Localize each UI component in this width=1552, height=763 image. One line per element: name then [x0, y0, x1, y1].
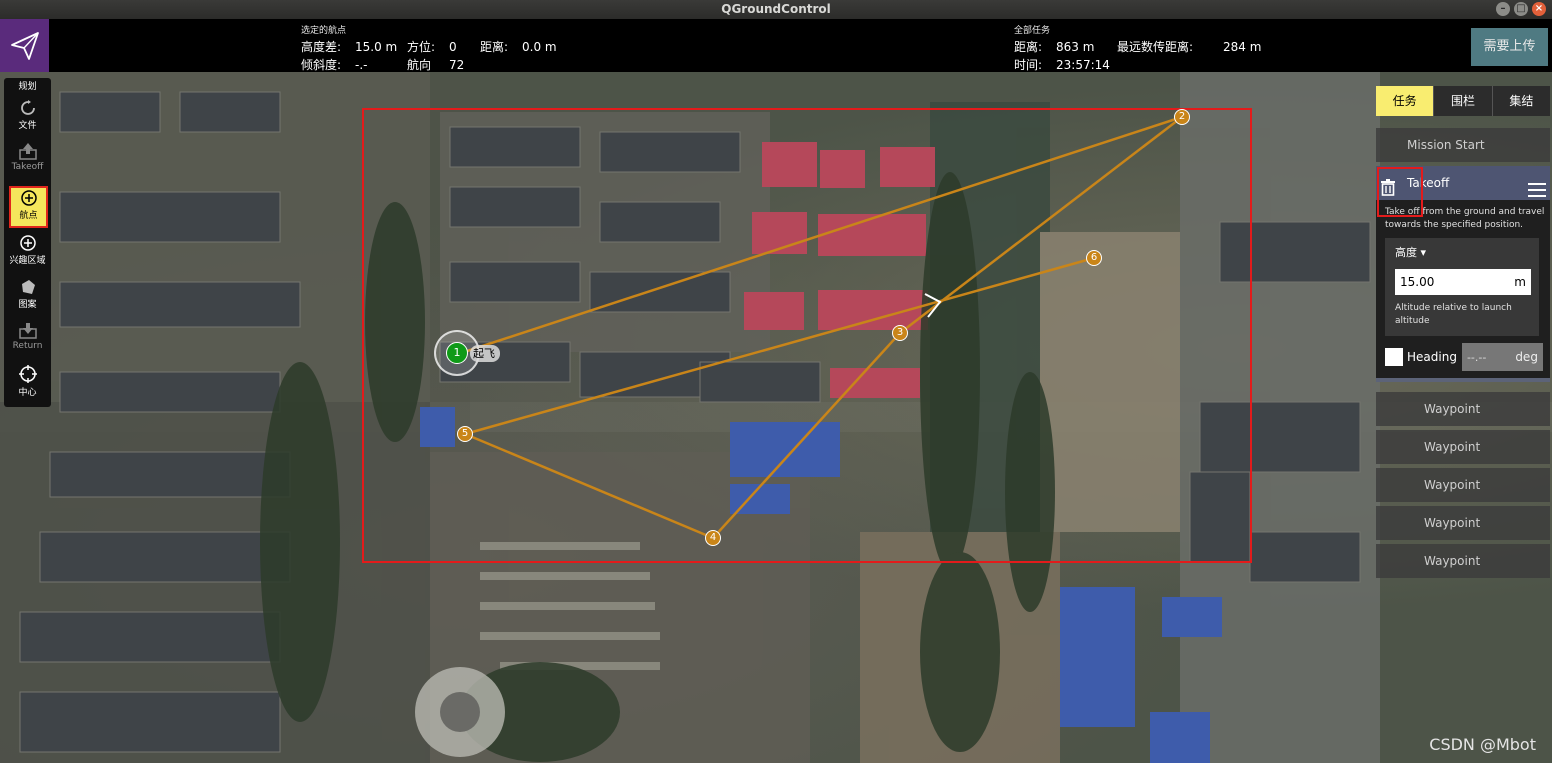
- waypoint-item-5[interactable]: Waypoint: [1376, 506, 1550, 540]
- hamburger-menu-icon[interactable]: [1528, 176, 1546, 210]
- alt-diff-label: 高度差:: [301, 40, 342, 54]
- mission-start-item[interactable]: Mission Start: [1376, 128, 1550, 162]
- tool-waypoint-label: 航点: [19, 211, 38, 221]
- tab-mission[interactable]: 任务: [1376, 86, 1434, 116]
- caret-down-icon: ▾: [1420, 246, 1427, 259]
- mission-distance-label: 距离:: [1014, 40, 1043, 54]
- satellite-map[interactable]: 1 起飞 2 3 4 5 6: [0, 72, 1552, 763]
- max-telem-label: 最远数传距离:: [1117, 40, 1194, 54]
- max-telem-value: 284 m: [1223, 40, 1262, 54]
- tool-center-label: 中心: [18, 388, 37, 398]
- tool-pattern-label: 图案: [18, 300, 37, 310]
- paper-plane-icon: [10, 31, 39, 60]
- altitude-label: 高度: [1395, 246, 1417, 259]
- mission-distance-value: 863 m: [1056, 40, 1095, 54]
- tool-roi-label: 兴趣区域: [9, 256, 46, 266]
- waypoint-marker-3[interactable]: 3: [892, 325, 908, 341]
- waypoint-marker-6[interactable]: 6: [1086, 250, 1102, 266]
- altitude-value: 15.00: [1400, 275, 1435, 289]
- close-button[interactable]: ×: [1532, 2, 1546, 16]
- tool-plan-label: 规划: [18, 82, 37, 92]
- qgc-logo-button[interactable]: [0, 19, 49, 72]
- plan-toolbar: 选定的航点 高度差: 15.0 m 方位: 0 距离: 0.0 m 倾斜度: -…: [0, 19, 1552, 72]
- heading-label: Heading: [1407, 349, 1457, 364]
- takeoff-map-label: 起飞: [470, 345, 500, 362]
- selected-waypoint-header: 选定的航点: [301, 26, 347, 36]
- tool-return[interactable]: Return: [4, 319, 51, 363]
- waypoint-item-3[interactable]: Waypoint: [1376, 430, 1550, 464]
- heading-unit: deg: [1515, 349, 1538, 364]
- window-title: QGroundControl: [721, 2, 831, 16]
- tool-takeoff-label: Takeoff: [11, 162, 44, 172]
- upload-required-button[interactable]: 需要上传: [1471, 28, 1548, 66]
- tool-return-label: Return: [12, 341, 43, 351]
- tool-roi[interactable]: 兴趣区域: [4, 231, 51, 275]
- watermark: CSDN @Mbot: [1429, 735, 1536, 754]
- waypoint-item-6[interactable]: Waypoint: [1376, 544, 1550, 578]
- takeoff-icon: [4, 140, 51, 160]
- maximize-button[interactable]: □: [1514, 2, 1528, 16]
- heading-row: Heading --.-- deg: [1385, 342, 1545, 372]
- distance-label: 距离:: [480, 40, 509, 54]
- azimuth-label: 方位:: [407, 40, 436, 54]
- altitude-input[interactable]: 15.00 m: [1395, 269, 1531, 295]
- heading-input[interactable]: --.-- deg: [1461, 343, 1543, 371]
- altitude-dropdown[interactable]: 高度 ▾: [1395, 246, 1531, 259]
- azimuth-value: 0: [449, 40, 457, 54]
- qgc-window: QGroundControl – □ × 选定的航点 高度差: 15.0 m 方…: [0, 0, 1552, 763]
- annotation-rectangle-map: [362, 108, 1252, 563]
- sync-icon: [4, 96, 51, 116]
- waypoint-marker-2[interactable]: 2: [1174, 109, 1190, 125]
- tab-rally[interactable]: 集结: [1491, 86, 1550, 116]
- pattern-icon: [4, 275, 51, 295]
- plan-tool-strip: 规划 文件 Takeoff 航点 兴趣区域 图案 Return 中心: [4, 78, 51, 407]
- waypoint-item-4[interactable]: Waypoint: [1376, 468, 1550, 502]
- selected-waypoint-stats: 选定的航点 高度差: 15.0 m 方位: 0 距离: 0.0 m 倾斜度: -…: [301, 23, 557, 74]
- add-waypoint-icon: [11, 188, 46, 206]
- total-mission-stats: 全部任务 距离: 863 m 最远数传距离: 284 m 时间: 23:57:1…: [1014, 23, 1261, 74]
- total-mission-header: 全部任务: [1014, 26, 1051, 36]
- minimize-button[interactable]: –: [1496, 2, 1510, 16]
- altitude-unit: m: [1514, 275, 1526, 289]
- add-roi-icon: [4, 231, 51, 251]
- window-controls: – □ ×: [1496, 2, 1546, 16]
- title-bar: QGroundControl – □ ×: [0, 0, 1552, 19]
- plan-tabs: 任务 围栏 集结: [1376, 86, 1550, 116]
- tool-waypoint[interactable]: 航点: [9, 186, 48, 228]
- tool-takeoff[interactable]: Takeoff: [4, 140, 51, 184]
- tool-pattern[interactable]: 图案: [4, 275, 51, 319]
- altitude-section: 高度 ▾ 15.00 m Altitude relative to launch…: [1385, 238, 1539, 336]
- tool-plan[interactable]: 规划: [4, 80, 51, 96]
- waypoint-marker-4[interactable]: 4: [705, 530, 721, 546]
- altitude-note: Altitude relative to launch altitude: [1395, 303, 1512, 326]
- tool-center[interactable]: 中心: [4, 363, 51, 407]
- tool-file[interactable]: 文件: [4, 96, 51, 140]
- return-icon: [4, 319, 51, 339]
- heading-field-value: --.--: [1466, 350, 1487, 364]
- annotation-rectangle-trash: [1377, 167, 1423, 217]
- tool-file-label: 文件: [18, 121, 37, 131]
- center-icon: [4, 363, 51, 383]
- distance-value: 0.0 m: [522, 40, 557, 54]
- alt-diff-value: 15.0 m: [355, 40, 398, 54]
- heading-checkbox[interactable]: [1385, 348, 1403, 366]
- waypoint-marker-1[interactable]: 1: [446, 342, 468, 364]
- waypoint-item-2[interactable]: Waypoint: [1376, 392, 1550, 426]
- waypoint-marker-5[interactable]: 5: [457, 426, 473, 442]
- takeoff-item-body: Take off from the ground and travel towa…: [1376, 200, 1550, 378]
- mission-panel: 任务 围栏 集结 Mission Start Takeoff Take off …: [1376, 86, 1550, 578]
- tab-fence[interactable]: 围栏: [1433, 86, 1492, 116]
